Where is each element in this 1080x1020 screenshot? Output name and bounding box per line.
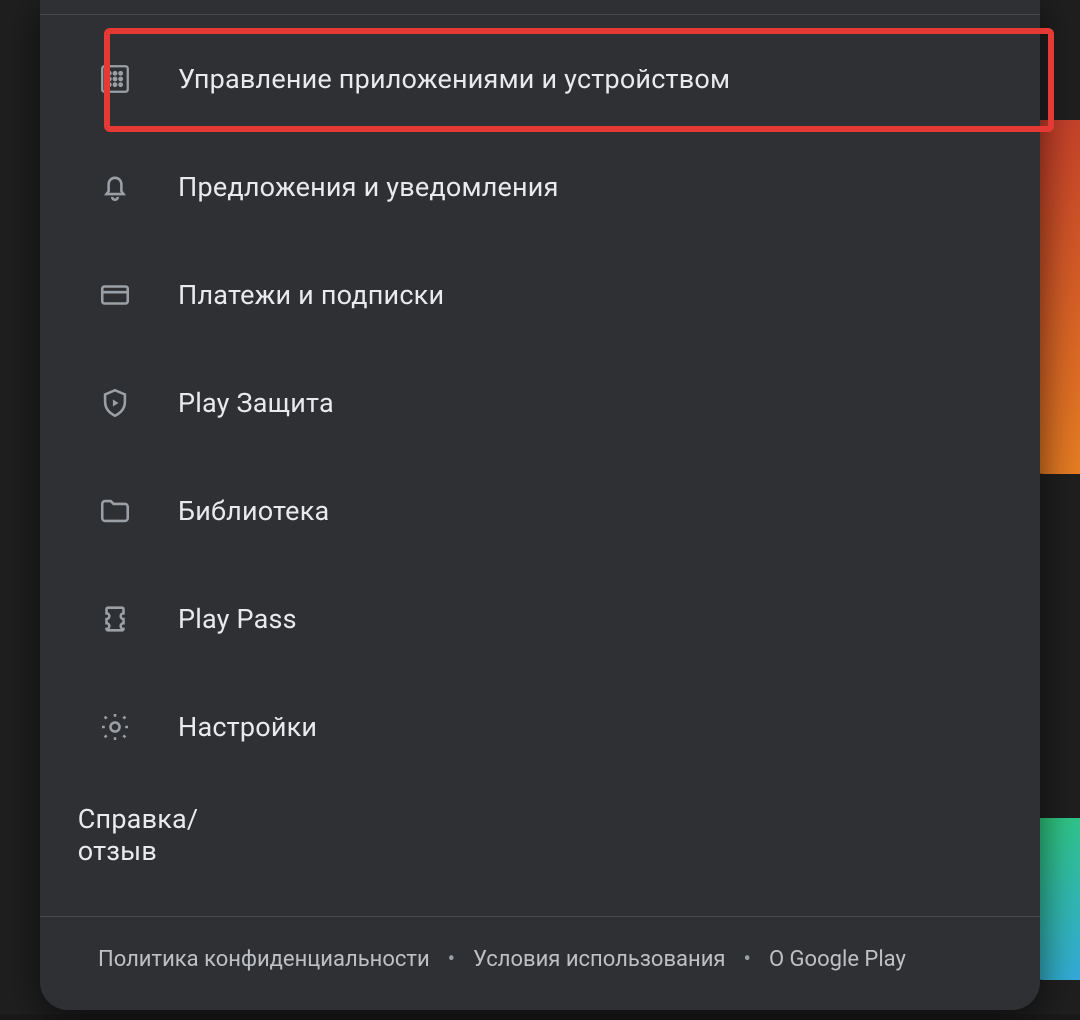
gear-icon — [98, 710, 132, 744]
footer-separator: • — [744, 947, 751, 972]
bell-icon — [98, 170, 132, 204]
menu-item-payments[interactable]: Платежи и подписки — [40, 241, 1040, 349]
menu-item-label: Настройки — [178, 711, 317, 743]
ticket-icon — [98, 602, 132, 636]
card-icon — [98, 278, 132, 312]
about-link[interactable]: О Google Play — [769, 947, 906, 972]
privacy-policy-link[interactable]: Политика конфиденциальности — [98, 947, 430, 972]
menu-item-label: Предложения и уведомления — [178, 171, 559, 203]
menu-item-play-pass[interactable]: Play Pass — [40, 565, 1040, 673]
menu-item-settings[interactable]: Настройки — [40, 673, 1040, 781]
folder-icon — [98, 494, 132, 528]
menu-item-label: Платежи и подписки — [178, 279, 444, 311]
menu-item-offers[interactable]: Предложения и уведомления — [40, 133, 1040, 241]
menu-item-help[interactable]: Справка/отзыв — [40, 781, 1040, 889]
menu-item-label: Управление приложениями и устройством — [178, 63, 730, 95]
account-menu-sheet: Управление приложениями и устройством Пр… — [40, 0, 1040, 1010]
menu-item-label: Справка/отзыв — [78, 803, 198, 867]
footer-separator: • — [448, 947, 455, 972]
help-icon: Справка/отзыв — [98, 818, 132, 852]
menu-item-library[interactable]: Библиотека — [40, 457, 1040, 565]
terms-link[interactable]: Условия использования — [473, 947, 725, 972]
menu-item-label: Библиотека — [178, 495, 329, 527]
menu-item-label: Play Защита — [178, 387, 334, 419]
menu-item-play-protect[interactable]: Play Защита — [40, 349, 1040, 457]
footer-links: Политика конфиденциальности • Условия ис… — [40, 917, 1040, 1010]
menu-item-label: Play Pass — [178, 603, 297, 635]
shield-play-icon — [98, 386, 132, 420]
menu-list: Управление приложениями и устройством Пр… — [40, 15, 1040, 916]
menu-item-manage-apps[interactable]: Управление приложениями и устройством — [40, 25, 1040, 133]
apps-grid-icon — [98, 62, 132, 96]
